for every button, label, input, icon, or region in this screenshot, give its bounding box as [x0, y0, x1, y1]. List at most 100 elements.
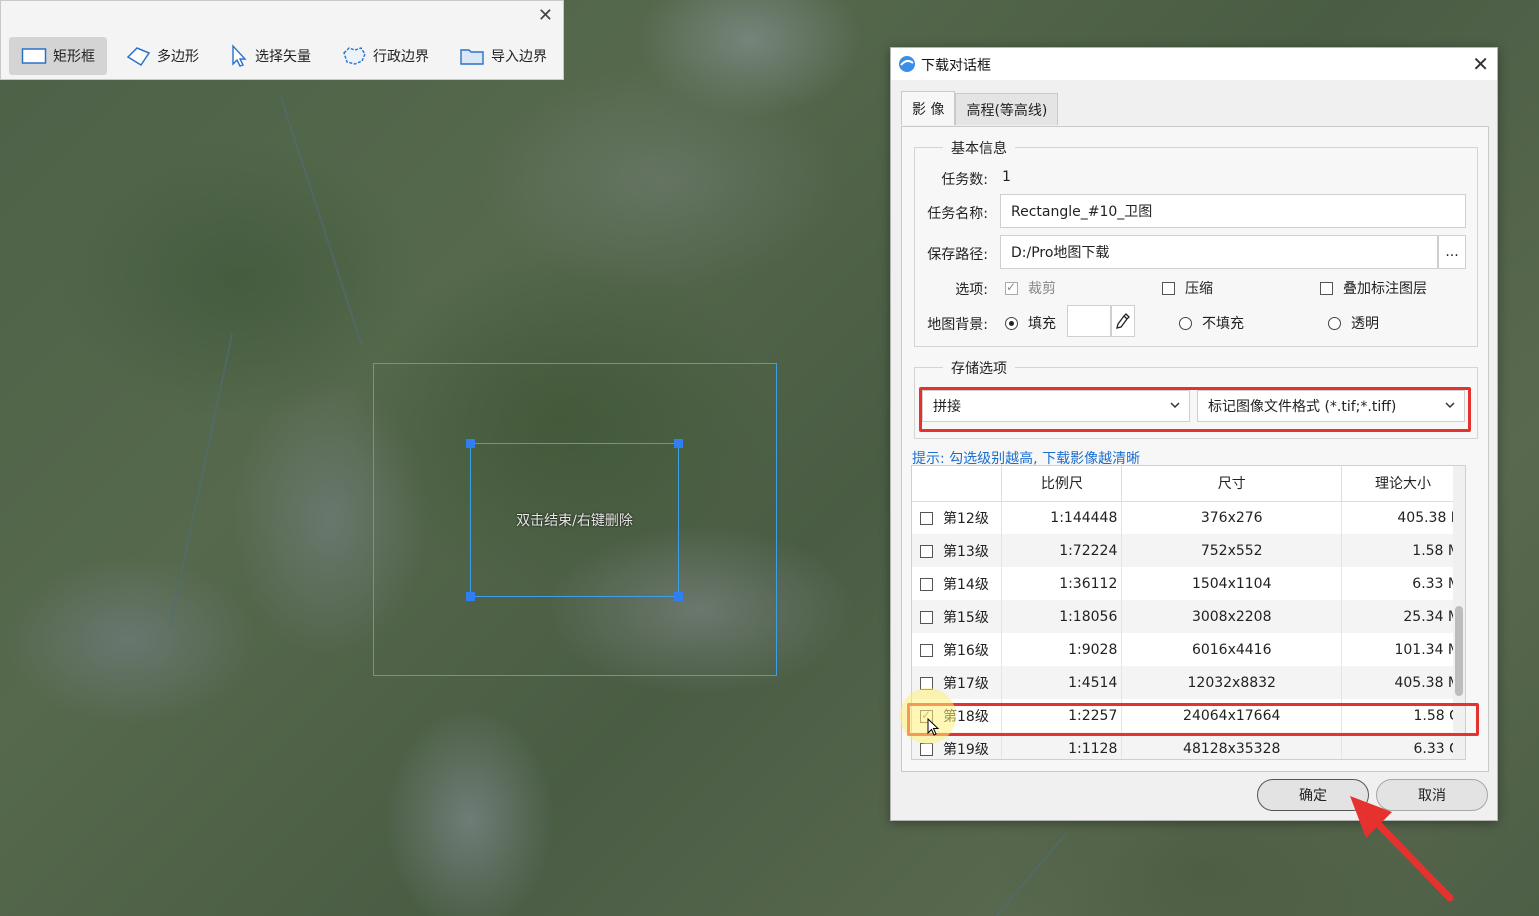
tool-row: 矩形框 多边形 选择矢量 行政边界 导入边界: [9, 37, 559, 75]
level-checkbox[interactable]: [920, 743, 933, 756]
dialog-title-bar[interactable]: 下载对话框 ✕: [891, 48, 1497, 80]
level-label: 第17级: [943, 675, 989, 692]
scale-cell: 1:72224: [1001, 534, 1123, 567]
filesize-cell: 101.34 M: [1341, 633, 1465, 666]
overlay-labels-checkbox[interactable]: [1320, 281, 1333, 295]
table-row[interactable]: 第14级 1:36112 1504x1104 6.33 M: [912, 567, 1465, 600]
cursor-arrow-icon: [232, 44, 247, 67]
level-checkbox[interactable]: [920, 545, 933, 558]
save-path-field[interactable]: D:/Pro地图下载: [1000, 235, 1438, 269]
table-row[interactable]: 第13级 1:72224 752x552 1.58 M: [912, 534, 1465, 567]
download-dialog: 下载对话框 ✕ 影 像 高程(等高线) 基本信息 任务数: 1 任务名称: Re…: [890, 47, 1498, 821]
scale-cell: 1:1128: [1001, 732, 1123, 759]
dialog-close-icon[interactable]: ✕: [1472, 52, 1489, 76]
tab-elevation[interactable]: 高程(等高线): [955, 93, 1059, 125]
table-row[interactable]: 第19级 1:1128 48128x35328 6.33 G: [912, 732, 1465, 759]
scale-cell: 1:18056: [1001, 600, 1123, 633]
scale-cell: 1:4514: [1001, 666, 1123, 699]
level-checkbox[interactable]: [920, 644, 933, 657]
size-cell: 3008x2208: [1121, 600, 1343, 633]
level-label: 第15级: [943, 609, 989, 626]
crop-checkbox-option: 裁剪: [1005, 278, 1056, 298]
select-vector-tool-label: 选择矢量: [255, 49, 311, 65]
red-arrow-icon: [1350, 796, 1454, 902]
no-fill-radio-option[interactable]: 不填充: [1179, 313, 1244, 333]
fill-color-swatch[interactable]: [1067, 305, 1111, 337]
col-header-filesize[interactable]: 理论大小: [1341, 466, 1465, 502]
rectangle-tool-button[interactable]: 矩形框: [9, 37, 107, 75]
polygon-tool-label: 多边形: [157, 49, 199, 65]
color-picker-button[interactable]: [1111, 305, 1135, 337]
compress-checkbox[interactable]: [1162, 281, 1175, 295]
table-row[interactable]: 第17级 1:4514 12032x8832 405.38 M: [912, 666, 1465, 699]
scale-cell: 1:9028: [1001, 633, 1123, 666]
no-fill-radio[interactable]: [1179, 316, 1192, 330]
resize-handle-top-left[interactable]: [466, 439, 475, 448]
app-logo-icon: [899, 56, 915, 72]
fill-radio-option[interactable]: 填充: [1005, 313, 1056, 333]
transparent-radio[interactable]: [1328, 316, 1341, 330]
size-cell: 12032x8832: [1121, 666, 1343, 699]
folder-icon: [460, 49, 484, 65]
import-boundary-tool-button[interactable]: 导入边界: [447, 37, 559, 75]
table-row[interactable]: 第12级 1:144448 376x276 405.38 K: [912, 501, 1465, 534]
selection-hint-label: 双击结束/右键删除: [516, 513, 633, 529]
size-cell: 48128x35328: [1121, 732, 1343, 759]
browse-button[interactable]: ...: [1438, 235, 1466, 269]
transparent-radio-option[interactable]: 透明: [1328, 313, 1379, 333]
save-path-label: 保存路径:: [927, 247, 988, 263]
fill-label: 填充: [1028, 316, 1056, 332]
level-checkbox[interactable]: [920, 611, 933, 624]
col-header-level[interactable]: [912, 466, 1003, 502]
overlay-labels-label: 叠加标注图层: [1343, 281, 1427, 297]
task-count-value: 1: [1002, 169, 1011, 185]
mouse-cursor-icon: [927, 718, 940, 736]
map-background-label: 地图背景:: [927, 317, 988, 333]
scale-cell: 1:144448: [1001, 501, 1123, 534]
level-18-highlight-box: [907, 703, 1479, 736]
filesize-cell: 1.58 M: [1341, 534, 1465, 567]
table-row[interactable]: 第16级 1:9028 6016x4416 101.34 M: [912, 633, 1465, 666]
level-checkbox[interactable]: [920, 578, 933, 591]
size-cell: 6016x4416: [1121, 633, 1343, 666]
admin-boundary-tool-button[interactable]: 行政边界: [329, 37, 441, 75]
task-count-label: 任务数:: [941, 172, 988, 188]
compress-label: 压缩: [1185, 281, 1213, 297]
tab-imagery[interactable]: 影 像: [901, 91, 956, 125]
boundary-icon: [343, 47, 366, 65]
storage-title: 存储选项: [943, 358, 1015, 378]
resize-handle-top-right[interactable]: [674, 439, 683, 448]
level-label: 第12级: [943, 510, 989, 527]
polygon-tool-button[interactable]: 多边形: [113, 37, 211, 75]
filesize-cell: 405.38 K: [1341, 501, 1465, 534]
storage-highlight-box: [919, 387, 1471, 432]
rectangle-tool-label: 矩形框: [53, 49, 95, 65]
filesize-cell: 6.33 M: [1341, 567, 1465, 600]
col-header-scale[interactable]: 比例尺: [1001, 466, 1123, 502]
resize-handle-bottom-right[interactable]: [674, 592, 683, 601]
toolbar-close-icon[interactable]: ✕: [538, 5, 553, 26]
level-checkbox[interactable]: [920, 512, 933, 526]
drawing-toolbar: ✕ 矩形框 多边形 选择矢量 行政边界 导入边界: [0, 0, 564, 80]
polygon-icon: [126, 47, 151, 67]
size-cell: 1504x1104: [1121, 567, 1343, 600]
level-label: 第19级: [943, 741, 989, 758]
size-cell: 752x552: [1121, 534, 1343, 567]
eyedropper-icon: [1116, 313, 1130, 329]
fill-radio[interactable]: [1005, 316, 1018, 330]
col-header-size[interactable]: 尺寸: [1121, 466, 1343, 502]
admin-boundary-tool-label: 行政边界: [373, 49, 429, 65]
overlay-labels-checkbox-option[interactable]: 叠加标注图层: [1320, 278, 1427, 298]
level-label: 第16级: [943, 642, 989, 659]
filesize-cell: 6.33 G: [1341, 732, 1465, 759]
compress-checkbox-option[interactable]: 压缩: [1162, 278, 1213, 298]
dialog-title: 下载对话框: [921, 58, 991, 74]
task-name-field[interactable]: Rectangle_#10_卫图: [1000, 194, 1466, 228]
basic-info-title: 基本信息: [943, 138, 1015, 158]
table-row[interactable]: 第15级 1:18056 3008x2208 25.34 M: [912, 600, 1465, 633]
select-vector-tool-button[interactable]: 选择矢量: [217, 37, 323, 75]
table-scroll-thumb[interactable]: [1455, 606, 1463, 696]
resize-handle-bottom-left[interactable]: [466, 592, 475, 601]
crop-label: 裁剪: [1028, 281, 1056, 297]
level-label: 第14级: [943, 576, 989, 593]
